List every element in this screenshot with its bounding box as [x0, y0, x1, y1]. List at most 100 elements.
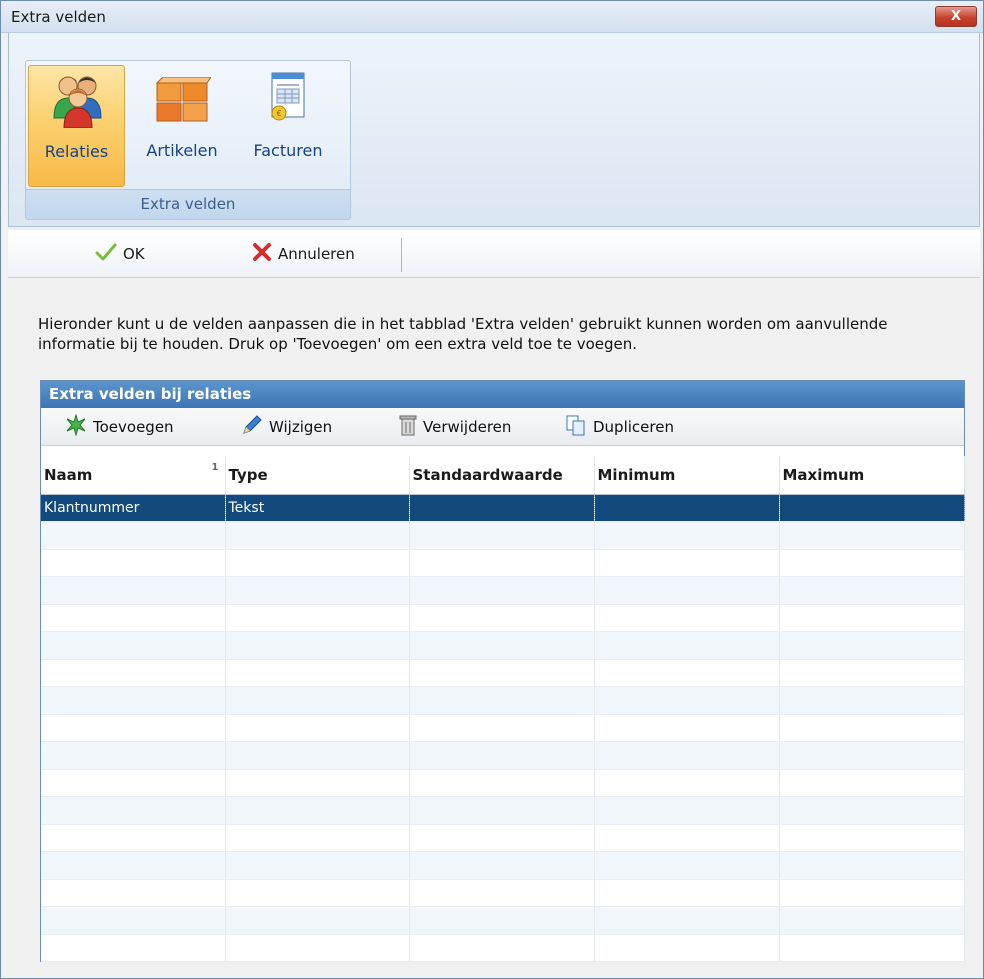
empty-row — [41, 686, 965, 715]
empty-cell — [594, 604, 780, 632]
add-button[interactable]: Toevoegen — [65, 413, 174, 440]
column-header-naam[interactable]: Naam 1 — [41, 456, 226, 495]
column-header-standaardwaarde[interactable]: Standaardwaarde — [409, 456, 595, 495]
ribbon-button-facturen[interactable]: € Facturen — [238, 65, 338, 187]
empty-cell — [225, 604, 410, 632]
empty-cell — [41, 906, 226, 935]
empty-cell — [409, 741, 595, 770]
ribbon-button-relaties[interactable]: Relaties — [28, 65, 125, 187]
empty-cell — [594, 714, 780, 742]
delete-button[interactable]: Verwijderen — [399, 414, 512, 440]
cell-naam: Klantnummer — [41, 494, 226, 522]
cancel-button[interactable]: Annuleren — [252, 242, 355, 266]
empty-cell — [41, 686, 226, 715]
empty-cell — [594, 631, 780, 660]
empty-row — [41, 659, 965, 687]
edit-button[interactable]: Wijzigen — [241, 415, 333, 438]
grid-header-row: Naam 1 Type Standaardwaarde Minimum Maxim… — [41, 456, 965, 495]
cell-type: Tekst — [225, 494, 410, 522]
svg-text:€: € — [276, 109, 281, 118]
ribbon-group-caption: Extra velden — [26, 189, 350, 219]
empty-cell — [409, 604, 595, 632]
empty-cell — [594, 796, 780, 825]
ribbon-button-artikelen[interactable]: Artikelen — [134, 65, 230, 187]
empty-row — [41, 631, 965, 660]
empty-cell — [594, 934, 780, 962]
empty-cell — [225, 521, 410, 550]
empty-cell — [594, 686, 780, 715]
empty-cell — [41, 714, 226, 742]
empty-cell — [779, 631, 965, 660]
boxes-icon — [153, 71, 212, 127]
empty-row — [41, 796, 965, 825]
empty-cell — [779, 906, 965, 935]
empty-cell — [225, 824, 410, 852]
empty-row — [41, 769, 965, 797]
duplicate-label: Dupliceren — [593, 418, 674, 436]
empty-cell — [409, 879, 595, 907]
description-text: Hieronder kunt u de velden aanpassen die… — [38, 315, 888, 353]
ok-button[interactable]: OK — [95, 242, 145, 266]
column-header-maximum[interactable]: Maximum — [779, 456, 965, 495]
add-label: Toevoegen — [93, 418, 174, 436]
empty-cell — [41, 521, 226, 550]
empty-cell — [41, 631, 226, 660]
empty-cell — [779, 576, 965, 605]
empty-cell — [409, 686, 595, 715]
empty-cell — [409, 659, 595, 687]
empty-cell — [594, 521, 780, 550]
empty-cell — [225, 576, 410, 605]
empty-cell — [41, 576, 226, 605]
add-icon — [65, 413, 87, 440]
empty-cell — [779, 934, 965, 962]
empty-cell — [594, 659, 780, 687]
empty-cell — [225, 549, 410, 577]
trash-icon — [399, 414, 417, 440]
empty-cell — [409, 934, 595, 962]
empty-cell — [779, 659, 965, 687]
empty-cell — [779, 714, 965, 742]
empty-row — [41, 741, 965, 770]
extra-fields-panel: Extra velden bij relaties Toevoegen Wijz… — [40, 380, 965, 962]
empty-row — [41, 576, 965, 605]
cell-minimum — [594, 494, 780, 522]
empty-row — [41, 824, 965, 852]
empty-cell — [225, 769, 410, 797]
empty-cell — [779, 824, 965, 852]
dialog-toolbar: OK Annuleren — [8, 230, 980, 278]
empty-row — [41, 549, 965, 577]
empty-cell — [594, 769, 780, 797]
empty-cell — [41, 741, 226, 770]
duplicate-button[interactable]: Dupliceren — [565, 415, 674, 438]
panel-title: Extra velden bij relaties — [41, 381, 964, 408]
ribbon-group-extra-velden: Relaties Artikelen € Facturen Extra veld… — [25, 60, 351, 220]
empty-cell — [594, 851, 780, 880]
empty-cell — [41, 604, 226, 632]
empty-cell — [409, 824, 595, 852]
ribbon-button-label: Facturen — [253, 141, 323, 160]
empty-cell — [409, 769, 595, 797]
column-header-type[interactable]: Type — [225, 456, 410, 495]
empty-cell — [225, 659, 410, 687]
empty-cell — [225, 741, 410, 770]
edit-label: Wijzigen — [269, 418, 333, 436]
empty-cell — [779, 686, 965, 715]
column-header-minimum[interactable]: Minimum — [594, 456, 780, 495]
empty-cell — [41, 851, 226, 880]
fields-grid: Naam 1 Type Standaardwaarde Minimum Maxim… — [41, 456, 965, 962]
sort-indicator: 1 — [211, 462, 219, 473]
empty-cell — [225, 631, 410, 660]
close-button[interactable]: X — [935, 6, 977, 27]
empty-cell — [225, 879, 410, 907]
invoice-icon: € — [268, 71, 308, 131]
table-row[interactable]: Klantnummer Tekst — [41, 494, 965, 522]
empty-row — [41, 934, 965, 962]
cancel-label: Annuleren — [278, 245, 355, 263]
empty-row — [41, 604, 965, 632]
delete-label: Verwijderen — [423, 418, 512, 436]
empty-cell — [41, 934, 226, 962]
empty-cell — [779, 769, 965, 797]
empty-cell — [409, 714, 595, 742]
empty-cell — [779, 549, 965, 577]
empty-cell — [594, 576, 780, 605]
